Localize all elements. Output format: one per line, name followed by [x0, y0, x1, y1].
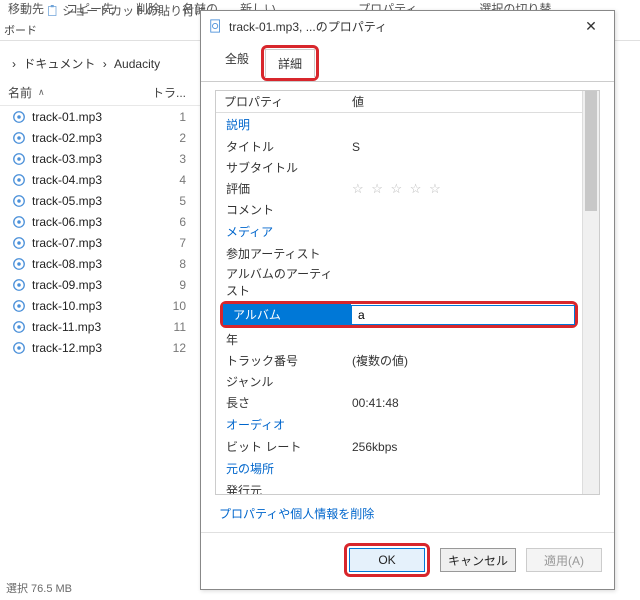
track-number: 5 [166, 194, 194, 208]
file-name: track-09.mp3 [32, 278, 166, 292]
clipboard-group-label: ボード [0, 22, 37, 38]
row-track-number[interactable]: トラック番号(複数の値) [216, 350, 582, 371]
file-name: track-11.mp3 [32, 320, 166, 334]
track-number: 1 [166, 110, 194, 124]
tab-details[interactable]: 詳細 [265, 49, 315, 78]
file-row[interactable]: track-02.mp32 [0, 127, 200, 148]
property-list: プロパティ 値 説明 タイトルS サブタイトル 評価☆ ☆ ☆ ☆ ☆ コメント… [215, 90, 600, 495]
file-name: track-03.mp3 [32, 152, 166, 166]
track-number: 7 [166, 236, 194, 250]
file-row[interactable]: track-12.mp312 [0, 337, 200, 358]
file-name: track-10.mp3 [32, 299, 166, 313]
section-audio: オーディオ [216, 413, 582, 436]
row-publisher[interactable]: 発行元 [216, 480, 582, 494]
section-media: メディア [216, 220, 582, 243]
track-number: 10 [166, 299, 194, 313]
scrollbar-thumb[interactable] [585, 91, 597, 211]
row-year[interactable]: 年 [216, 329, 582, 350]
album-input-wrap[interactable] [351, 305, 575, 325]
file-name: track-06.mp3 [32, 215, 166, 229]
file-row[interactable]: track-05.mp35 [0, 190, 200, 211]
apply-button[interactable]: 適用(A) [526, 548, 602, 572]
highlight-ok-button: OK [344, 543, 430, 577]
close-icon[interactable]: ✕ [576, 18, 606, 35]
track-number: 2 [166, 131, 194, 145]
file-name: track-08.mp3 [32, 257, 166, 271]
file-row[interactable]: track-06.mp36 [0, 211, 200, 232]
file-icon [209, 19, 223, 33]
file-row[interactable]: track-07.mp37 [0, 232, 200, 253]
ok-button[interactable]: OK [349, 548, 425, 572]
tab-strip: 全般 詳細 [201, 45, 614, 82]
file-name: track-07.mp3 [32, 236, 166, 250]
section-origin: 元の場所 [216, 457, 582, 480]
scrollbar[interactable] [582, 91, 599, 494]
remove-properties-link[interactable]: プロパティや個人情報を削除 [215, 495, 600, 532]
col-property[interactable]: プロパティ [216, 93, 344, 110]
file-row[interactable]: track-11.mp311 [0, 316, 200, 337]
file-row[interactable]: track-04.mp34 [0, 169, 200, 190]
row-length[interactable]: 長さ00:41:48 [216, 392, 582, 413]
titlebar[interactable]: track-01.mp3, ...のプロパティ ✕ [201, 11, 614, 41]
file-name: track-12.mp3 [32, 341, 166, 355]
sort-asc-icon: ∧ [38, 87, 45, 98]
file-row[interactable]: track-08.mp38 [0, 253, 200, 274]
row-genre[interactable]: ジャンル [216, 371, 582, 392]
properties-dialog: track-01.mp3, ...のプロパティ ✕ 全般 詳細 プロパティ 値 … [200, 10, 615, 590]
section-description: 説明 [216, 113, 582, 136]
highlight-album-row: アルバム [220, 301, 578, 328]
row-album[interactable]: アルバム [223, 304, 575, 325]
track-number: 8 [166, 257, 194, 271]
file-name: track-04.mp3 [32, 173, 166, 187]
dialog-buttons: OK キャンセル 適用(A) [201, 532, 614, 589]
track-number: 11 [166, 320, 194, 334]
track-number: 12 [166, 341, 194, 355]
row-contributing-artist[interactable]: 参加アーティスト [216, 243, 582, 264]
file-row[interactable]: track-03.mp33 [0, 148, 200, 169]
breadcrumb[interactable]: › ドキュメント › Audacity [10, 55, 162, 72]
track-number: 6 [166, 215, 194, 229]
dialog-title: track-01.mp3, ...のプロパティ [229, 18, 576, 35]
tab-general[interactable]: 全般 [213, 45, 261, 81]
row-subtitle[interactable]: サブタイトル [216, 157, 582, 178]
row-title[interactable]: タイトルS [216, 136, 582, 157]
row-bitrate[interactable]: ビット レート256kbps [216, 436, 582, 457]
status-bar: 選択 76.5 MB [0, 580, 72, 596]
row-rating[interactable]: 評価☆ ☆ ☆ ☆ ☆ [216, 178, 582, 199]
file-name: track-05.mp3 [32, 194, 166, 208]
file-list: 名前∧ トラ... track-01.mp31track-02.mp32trac… [0, 80, 200, 358]
album-input[interactable] [356, 307, 570, 323]
cancel-button[interactable]: キャンセル [440, 548, 516, 572]
file-row[interactable]: track-09.mp39 [0, 274, 200, 295]
file-name: track-02.mp3 [32, 131, 166, 145]
paste-shortcut-label: ショートカットの貼り付け [47, 2, 206, 19]
track-number: 3 [166, 152, 194, 166]
file-name: track-01.mp3 [32, 110, 166, 124]
column-headers[interactable]: 名前∧ トラ... [0, 80, 200, 106]
row-comment[interactable]: コメント [216, 199, 582, 220]
highlight-details-tab: 詳細 [261, 45, 319, 81]
file-row[interactable]: track-10.mp310 [0, 295, 200, 316]
track-number: 4 [166, 173, 194, 187]
file-row[interactable]: track-01.mp31 [0, 106, 200, 127]
row-album-artist[interactable]: アルバムのアーティスト [216, 264, 582, 300]
col-value[interactable]: 値 [344, 93, 582, 110]
track-number: 9 [166, 278, 194, 292]
